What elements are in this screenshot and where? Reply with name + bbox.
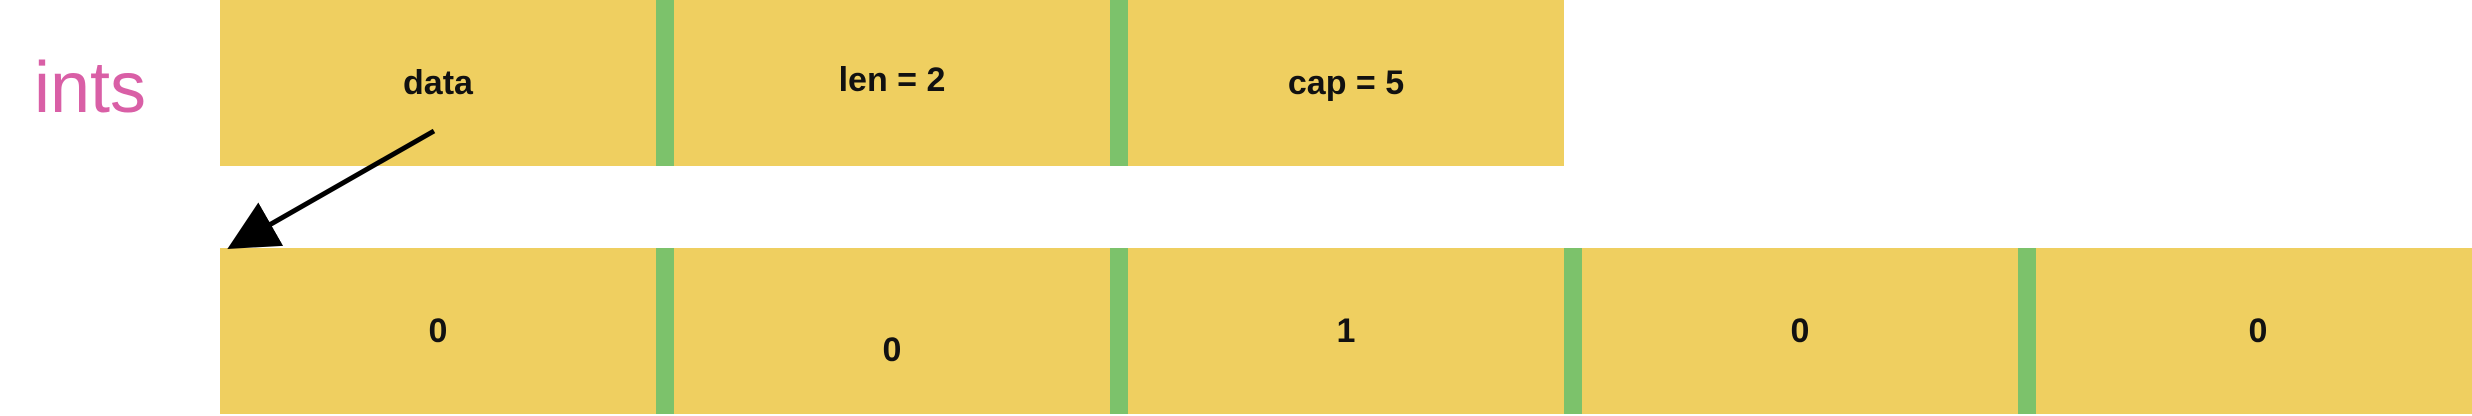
slice-header: data len = 2 cap = 5 [220,0,1564,166]
array-element: 1 [1128,248,1564,414]
array-element: 0 [2036,248,2472,414]
array-element: 0 [674,248,1110,414]
cell-separator [1564,248,1582,414]
cell-separator [656,0,674,166]
slice-data-field: data [220,0,656,166]
cell-separator [1110,248,1128,414]
slice-len-field: len = 2 [674,0,1110,166]
cell-separator [656,248,674,414]
array-element: 0 [220,248,656,414]
slice-cap-field: cap = 5 [1128,0,1564,166]
array-element: 0 [1582,248,2018,414]
cell-separator [1110,0,1128,166]
backing-array: 0 0 1 0 0 [220,248,2472,414]
cell-separator [2018,248,2036,414]
variable-name-label: ints [34,48,147,128]
